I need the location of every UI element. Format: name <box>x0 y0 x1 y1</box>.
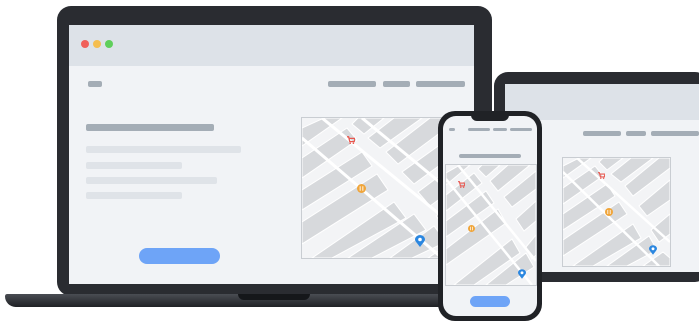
text-line-placeholder-3 <box>86 177 217 184</box>
phone-logo-placeholder[interactable] <box>449 128 455 131</box>
restaurant-icon[interactable] <box>605 208 613 216</box>
phone-nav-placeholder-2[interactable] <box>493 128 507 131</box>
shopping-cart-icon[interactable] <box>598 172 605 179</box>
laptop-screen <box>69 25 474 284</box>
phone-map-widget[interactable] <box>445 164 537 286</box>
location-pin-icon[interactable] <box>649 245 657 255</box>
tablet-nav-placeholder-1[interactable] <box>583 131 621 136</box>
location-pin-icon[interactable] <box>415 235 425 247</box>
laptop-opening-notch <box>238 294 310 300</box>
logo-placeholder[interactable] <box>88 81 102 87</box>
nav-link-placeholder-3[interactable] <box>416 81 465 87</box>
browser-toolbar <box>69 25 474 66</box>
phone-cta-button[interactable] <box>470 296 510 307</box>
location-pin-icon[interactable] <box>518 269 526 279</box>
tablet-map-widget[interactable] <box>562 157 671 267</box>
phone-heading-placeholder <box>459 154 521 158</box>
minimize-window-dot[interactable] <box>93 40 101 48</box>
nav-link-placeholder-2[interactable] <box>383 81 410 87</box>
phone-notch <box>471 114 509 121</box>
text-line-placeholder-2 <box>86 162 182 169</box>
shopping-cart-icon[interactable] <box>347 136 355 144</box>
phone-nav-placeholder-3[interactable] <box>510 128 532 131</box>
close-window-dot[interactable] <box>81 40 89 48</box>
text-line-placeholder-4 <box>86 192 182 199</box>
restaurant-icon[interactable] <box>357 184 366 193</box>
maximize-window-dot[interactable] <box>105 40 113 48</box>
phone-nav-placeholder-1[interactable] <box>468 128 490 131</box>
tablet-nav-placeholder-3[interactable] <box>651 131 699 136</box>
phone-screen <box>443 116 537 316</box>
restaurant-icon[interactable] <box>468 225 475 232</box>
nav-link-placeholder-1[interactable] <box>328 81 376 87</box>
text-line-placeholder-1 <box>86 146 241 153</box>
cta-button[interactable] <box>139 248 220 264</box>
heading-placeholder <box>86 124 214 131</box>
shopping-cart-icon[interactable] <box>458 181 465 188</box>
tablet-nav-placeholder-2[interactable] <box>626 131 646 136</box>
